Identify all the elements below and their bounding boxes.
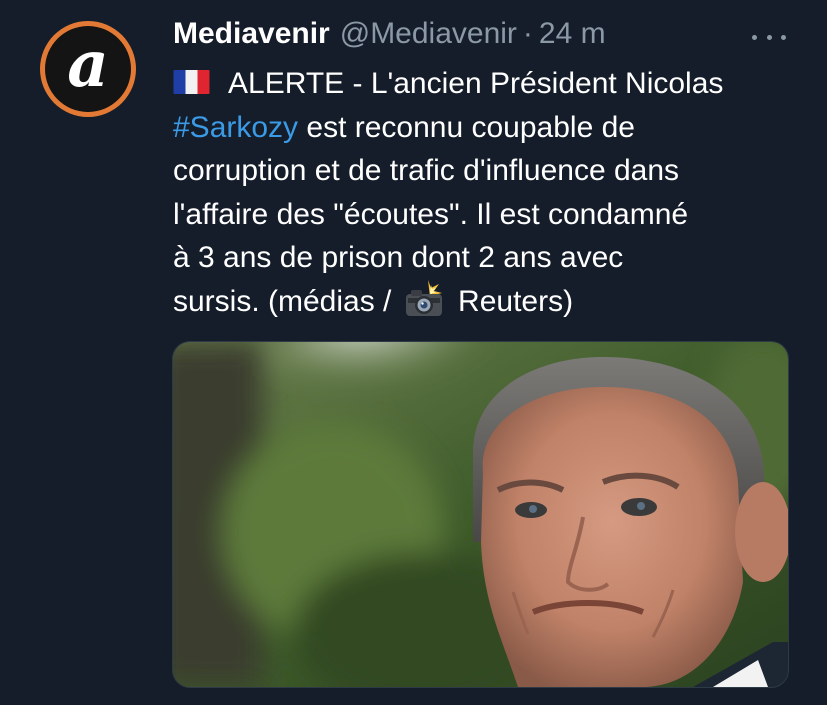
tweet-photo[interactable] [172,341,789,688]
tweet-text-segment: est reconnu coupable de [298,110,635,144]
avatar[interactable]: a [40,21,136,117]
display-name[interactable]: Mediavenir [173,17,330,51]
ellipsis-dot [752,34,757,40]
tweet-text-line: l'affaire des "écoutes". Il est condamné [173,197,689,231]
tweet-text-line: sursis. (médias / Reuters) [173,279,798,324]
tweet-text: ALERTE - L'ancien Président Nicolas #Sar… [173,62,798,323]
timestamp[interactable]: 24 m [539,17,606,51]
tweet-text-line: corruption et de trafic d'influence dans [173,154,680,187]
tweet-text-line: #Sarkozy est reconnu coupable de [173,106,798,150]
tweet-text-line: ALERTE - L'ancien Président Nicolas [173,62,798,106]
ellipsis-icon[interactable] [752,32,786,42]
ellipsis-dot [766,34,772,40]
user-handle[interactable]: @Mediavenir [340,17,517,51]
ellipsis-dot [781,34,786,40]
camera-flash-icon [405,279,442,316]
tweet-text-segment: Reuters) [449,284,574,318]
tweet-text-line: à 3 ans de prison dont 2 ans avec [173,241,624,274]
avatar-logo-letter: a [67,27,109,102]
tweet-text-segment: sursis. (médias / [173,284,400,318]
tweet-text-segment: ALERTE - L'ancien Président Nicolas [228,67,724,100]
france-flag-icon [173,70,210,95]
tweet[interactable]: a Mediavenir @Mediavenir · 24 m ALERTE -… [0,0,827,705]
separator-dot: · [522,17,533,50]
photo-portrait [173,342,788,687]
tweet-header: Mediavenir @Mediavenir · 24 m [173,17,606,57]
avatar-logo: a [45,26,131,112]
hashtag-link[interactable]: #Sarkozy [173,111,298,144]
